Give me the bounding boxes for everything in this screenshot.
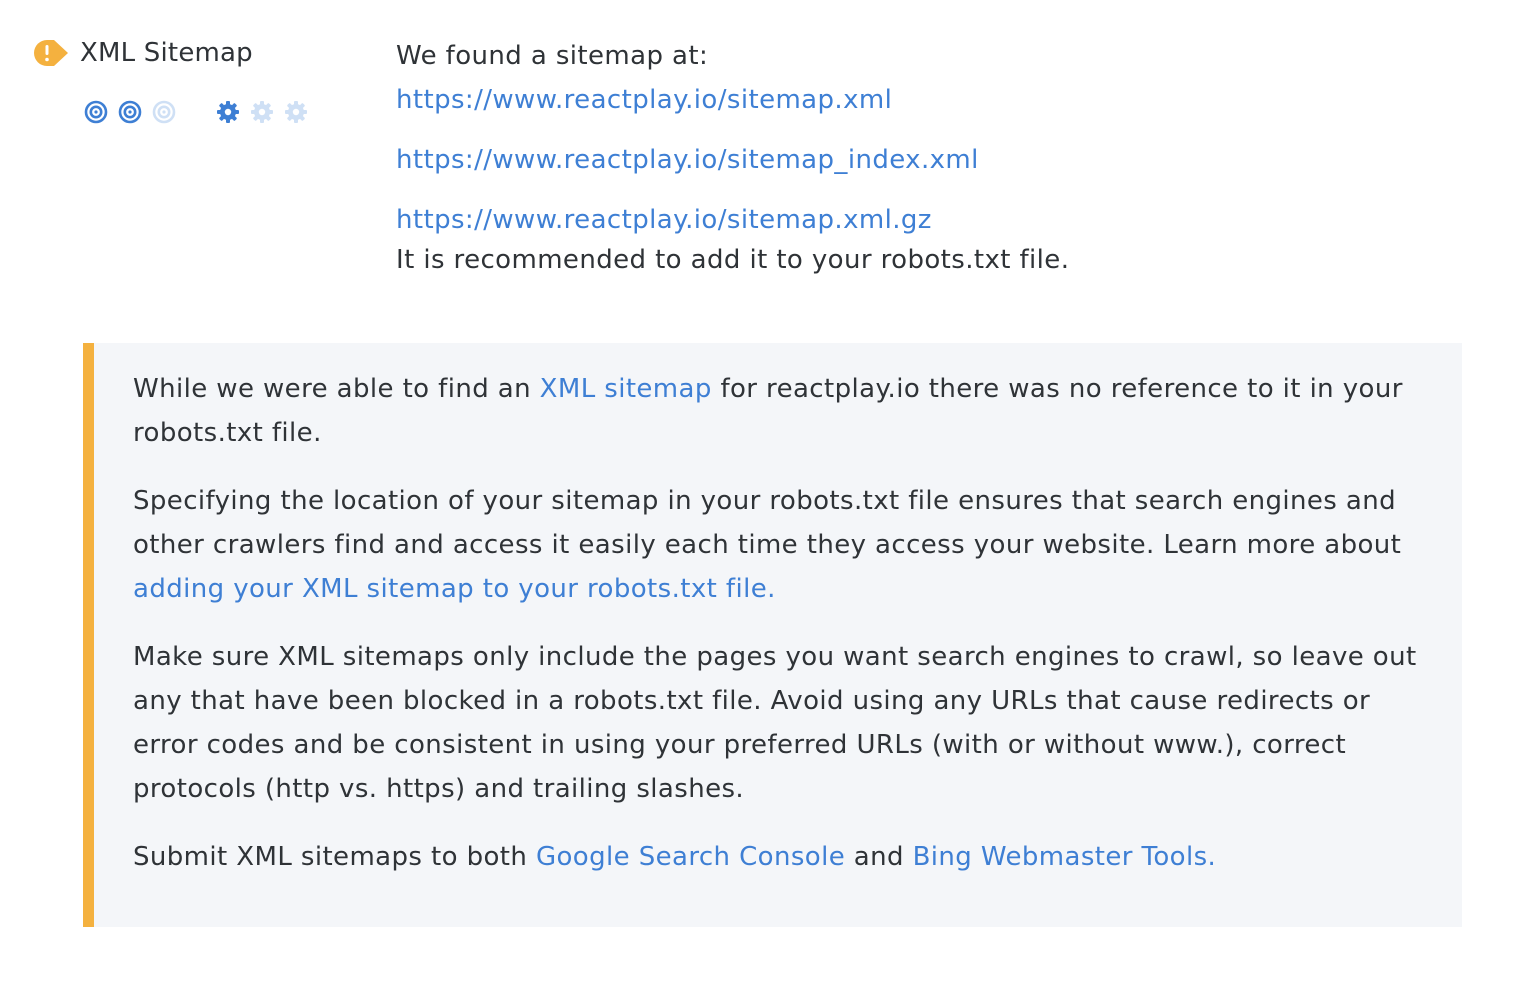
callout-text: and [845, 842, 913, 872]
section-header: XML Sitemap [34, 38, 253, 68]
target-icon [118, 100, 142, 124]
xml-sitemap-link[interactable]: XML sitemap [540, 374, 712, 404]
sitemap-index-link[interactable]: https://www.reactplay.io/sitemap_index.x… [396, 140, 1476, 180]
gear-icon [216, 100, 240, 124]
sitemap-check-row: XML Sitemap We found a sitemap at: https… [0, 0, 1524, 1002]
gear-icon [284, 100, 308, 124]
gear-icon [250, 100, 274, 124]
result-recommendation: It is recommended to add it to your robo… [396, 245, 1070, 275]
callout-paragraph: Specifying the location of your sitemap … [133, 479, 1422, 611]
callout-text: Specifying the location of your sitemap … [133, 486, 1402, 560]
sitemap-gz-link[interactable]: https://www.reactplay.io/sitemap.xml.gz [396, 200, 1476, 240]
robots-txt-guide-link[interactable]: adding your XML sitemap to your robots.t… [133, 574, 776, 604]
bing-webmaster-tools-link[interactable]: Bing Webmaster Tools. [913, 842, 1217, 872]
advice-callout: While we were able to find an XML sitema… [83, 343, 1462, 927]
google-search-console-link[interactable]: Google Search Console [536, 842, 845, 872]
callout-text: Submit XML sitemaps to both [133, 842, 536, 872]
callout-text: While we were able to find an [133, 374, 540, 404]
target-icon [84, 100, 108, 124]
callout-paragraph: Make sure XML sitemaps only include the … [133, 642, 1417, 804]
sitemap-link[interactable]: https://www.reactplay.io/sitemap.xml [396, 80, 1476, 120]
target-icon [152, 100, 176, 124]
section-title: XML Sitemap [80, 38, 253, 68]
warning-exclamation-icon [34, 40, 68, 66]
callout-paragraph: Submit XML sitemaps to both Google Searc… [133, 835, 1422, 879]
result-intro: We found a sitemap at: [396, 41, 709, 71]
callout-paragraph: While we were able to find an XML sitema… [133, 367, 1422, 455]
rating-icons [84, 100, 318, 124]
result-content: We found a sitemap at: https://www.react… [396, 36, 1476, 280]
